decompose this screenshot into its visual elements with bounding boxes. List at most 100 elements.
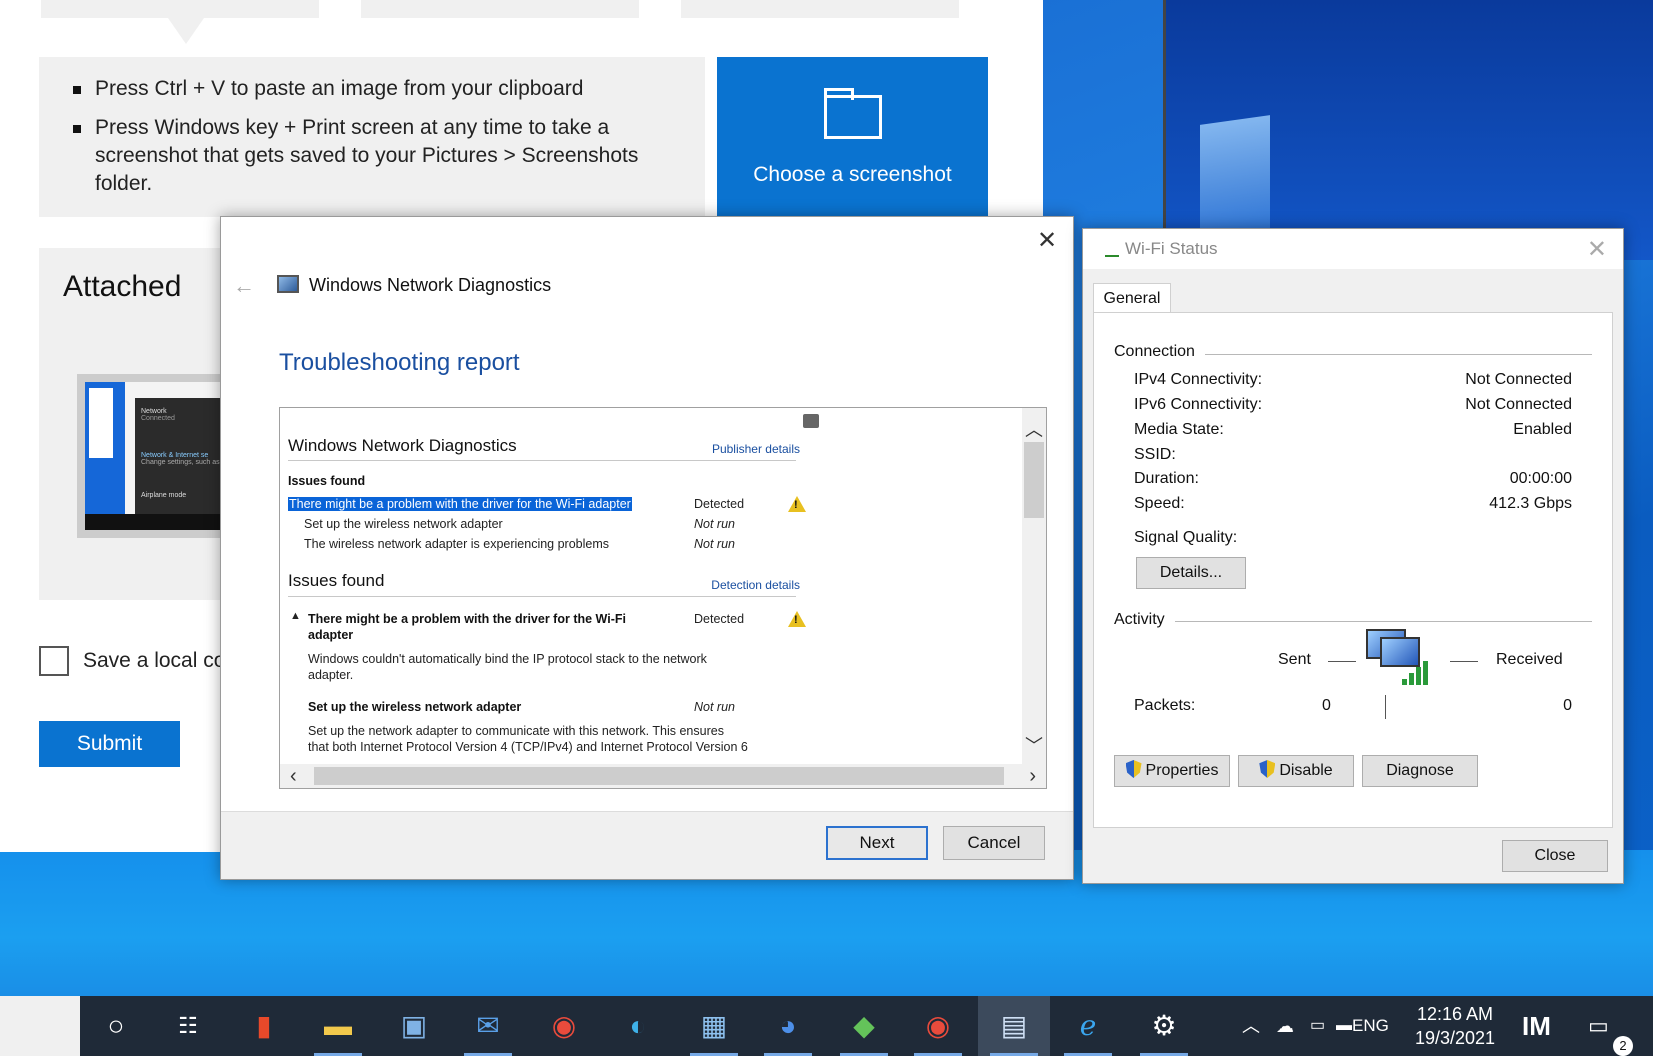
scroll-left-icon[interactable]: ‹ xyxy=(290,764,297,788)
issue-main-text: There might be a problem with the driver… xyxy=(288,497,632,511)
show-hidden-icons-icon[interactable]: ︿ xyxy=(1242,996,1260,1056)
dialog-footer: Next Cancel xyxy=(221,811,1073,879)
cancel-button[interactable]: Cancel xyxy=(943,826,1045,860)
control-panel-icon[interactable]: ▦ xyxy=(678,996,750,1056)
scroll-up-icon[interactable]: ︿ xyxy=(1022,416,1046,442)
wifi-status-dialog: Wi-Fi Status ✕ General Connection IPv4 C… xyxy=(1082,228,1624,884)
onedrive-icon[interactable]: ☁ xyxy=(1276,996,1294,1056)
network-tray-icon[interactable]: ▭ xyxy=(1310,996,1325,1056)
folder-icon xyxy=(824,88,882,139)
app-icon[interactable]: ◆ xyxy=(828,996,900,1056)
cortana-icon[interactable]: ○ xyxy=(80,996,152,1056)
save-local-copy-checkbox[interactable] xyxy=(39,646,69,676)
attached-thumbnail[interactable]: Network Connected Network & Internet se … xyxy=(77,374,239,538)
uac-shield-icon xyxy=(1125,760,1142,778)
network-diagnostics-dialog: ✕ ← Windows Network Diagnostics Troubles… xyxy=(220,216,1074,880)
general-panel: Connection IPv4 Connectivity: Not Connec… xyxy=(1093,312,1613,828)
chrome-icon[interactable]: ◉ xyxy=(528,996,600,1056)
battery-icon[interactable]: ▬ xyxy=(1336,996,1352,1056)
option-box-2[interactable] xyxy=(361,0,639,18)
scroll-right-icon[interactable]: › xyxy=(1029,764,1036,788)
media-state-value: Enabled xyxy=(1513,421,1572,438)
option-box-1[interactable] xyxy=(41,0,319,18)
clock-date: 19/3/2021 xyxy=(1414,1028,1496,1048)
properties-button[interactable]: Properties xyxy=(1114,755,1230,787)
edge-icon[interactable]: ◐ xyxy=(602,996,674,1056)
back-arrow-icon[interactable]: ← xyxy=(233,273,255,299)
selection-caret xyxy=(168,18,204,44)
thumbnail-network-flyout: Network Connected Network & Internet se … xyxy=(135,398,231,528)
tab-general[interactable]: General xyxy=(1093,283,1171,313)
language-indicator[interactable]: ENG xyxy=(1352,996,1389,1056)
app-tray-icon[interactable]: IM xyxy=(1522,996,1551,1056)
issue-main-status: Detected xyxy=(694,497,745,511)
publisher-details-link[interactable]: Publisher details xyxy=(712,442,800,456)
detail-1-desc-a: Windows couldn't automatically bind the … xyxy=(308,652,707,666)
settings-icon[interactable]: ⚙ xyxy=(1128,996,1200,1056)
activity-group-label: Activity xyxy=(1114,611,1175,629)
people-icon[interactable]: ◕ xyxy=(752,996,824,1056)
media-state-label: Media State: xyxy=(1134,421,1224,438)
warning-icon: ! xyxy=(788,611,806,627)
duration-label: Duration: xyxy=(1134,470,1199,487)
submit-button[interactable]: Submit xyxy=(39,721,180,767)
diagnose-button[interactable]: Diagnose xyxy=(1362,755,1478,787)
thumbnail-network-label: Network xyxy=(141,408,167,415)
close-icon[interactable]: ✕ xyxy=(1035,229,1059,253)
detail-2-status: Not run xyxy=(694,700,735,714)
close-icon[interactable]: ✕ xyxy=(1587,235,1607,264)
vertical-scroll-thumb[interactable] xyxy=(1024,442,1044,518)
close-button[interactable]: Close xyxy=(1502,840,1608,872)
tip-print-screen: Press Windows key + Print screen at any … xyxy=(73,114,679,198)
horizontal-scrollbar[interactable]: ‹ › xyxy=(280,764,1046,788)
desktop-wallpaper-pane xyxy=(1200,115,1270,245)
sub-issue-1-status: Not run xyxy=(694,517,735,531)
store-icon[interactable]: ▣ xyxy=(378,996,450,1056)
taskbar-search-box[interactable] xyxy=(0,996,80,1056)
sub-issue-1: Set up the wireless network adapter xyxy=(304,517,503,531)
window-edge xyxy=(1163,0,1166,228)
option-box-3[interactable] xyxy=(681,0,959,18)
disable-label: Disable xyxy=(1279,762,1333,779)
clock-time: 12:16 AM xyxy=(1416,1004,1494,1024)
clock[interactable]: 12:16 AM 19/3/2021 xyxy=(1400,1002,1510,1050)
detail-2-title: Set up the wireless network adapter xyxy=(308,700,522,714)
next-button[interactable]: Next xyxy=(826,826,928,860)
divider xyxy=(288,596,796,597)
internet-explorer-icon[interactable]: ℯ xyxy=(1052,996,1124,1056)
sent-label: Sent xyxy=(1278,651,1311,668)
thumbnail-connected-label: Connected xyxy=(141,415,175,422)
details-button[interactable]: Details... xyxy=(1136,557,1246,589)
activity-divider xyxy=(1114,621,1592,622)
ipv4-label: IPv4 Connectivity: xyxy=(1134,371,1263,388)
detection-details-link[interactable]: Detection details xyxy=(711,578,800,592)
received-line xyxy=(1450,661,1478,662)
attached-section: Attached Network Connected Network & Int… xyxy=(39,248,239,600)
collapse-triangle-icon[interactable]: ▲ xyxy=(290,610,301,622)
mail-icon[interactable]: ✉ xyxy=(452,996,524,1056)
signal-quality-label: Signal Quality: xyxy=(1134,529,1238,546)
file-explorer-icon[interactable]: ▬ xyxy=(302,996,374,1056)
office-icon[interactable]: ▮ xyxy=(228,996,300,1056)
horizontal-scroll-thumb[interactable] xyxy=(314,767,1004,785)
disable-button[interactable]: Disable xyxy=(1238,755,1354,787)
notifications-icon[interactable]: ▭ xyxy=(1588,996,1609,1056)
dialog-title: Windows Network Diagnostics xyxy=(309,275,552,295)
chrome-profile-icon[interactable]: ◉ xyxy=(902,996,974,1056)
detail-1-desc-b: adapter. xyxy=(308,668,354,682)
choose-screenshot-button[interactable]: Choose a screenshot xyxy=(717,57,988,217)
packets-divider xyxy=(1385,695,1386,719)
scroll-down-icon[interactable]: ﹀ xyxy=(1022,732,1046,758)
network-diagnostics-icon[interactable]: ▤ xyxy=(978,996,1050,1056)
printer-icon[interactable] xyxy=(803,414,819,428)
warning-icon: ! xyxy=(788,496,806,512)
speed-label: Speed: xyxy=(1134,495,1185,512)
wifi-dialog-title: Wi-Fi Status xyxy=(1125,239,1218,258)
task-view-icon[interactable]: ☷ xyxy=(152,996,224,1056)
properties-label: Properties xyxy=(1145,762,1219,779)
issues-found-section-title: Issues found xyxy=(288,571,385,590)
report-view[interactable]: Windows Network Diagnostics Publisher de… xyxy=(279,407,1047,789)
save-local-copy-row[interactable]: Save a local co xyxy=(39,646,225,676)
vertical-scrollbar[interactable]: ︿ ﹀ xyxy=(1022,408,1046,764)
issue-main[interactable]: There might be a problem with the driver… xyxy=(288,497,632,511)
